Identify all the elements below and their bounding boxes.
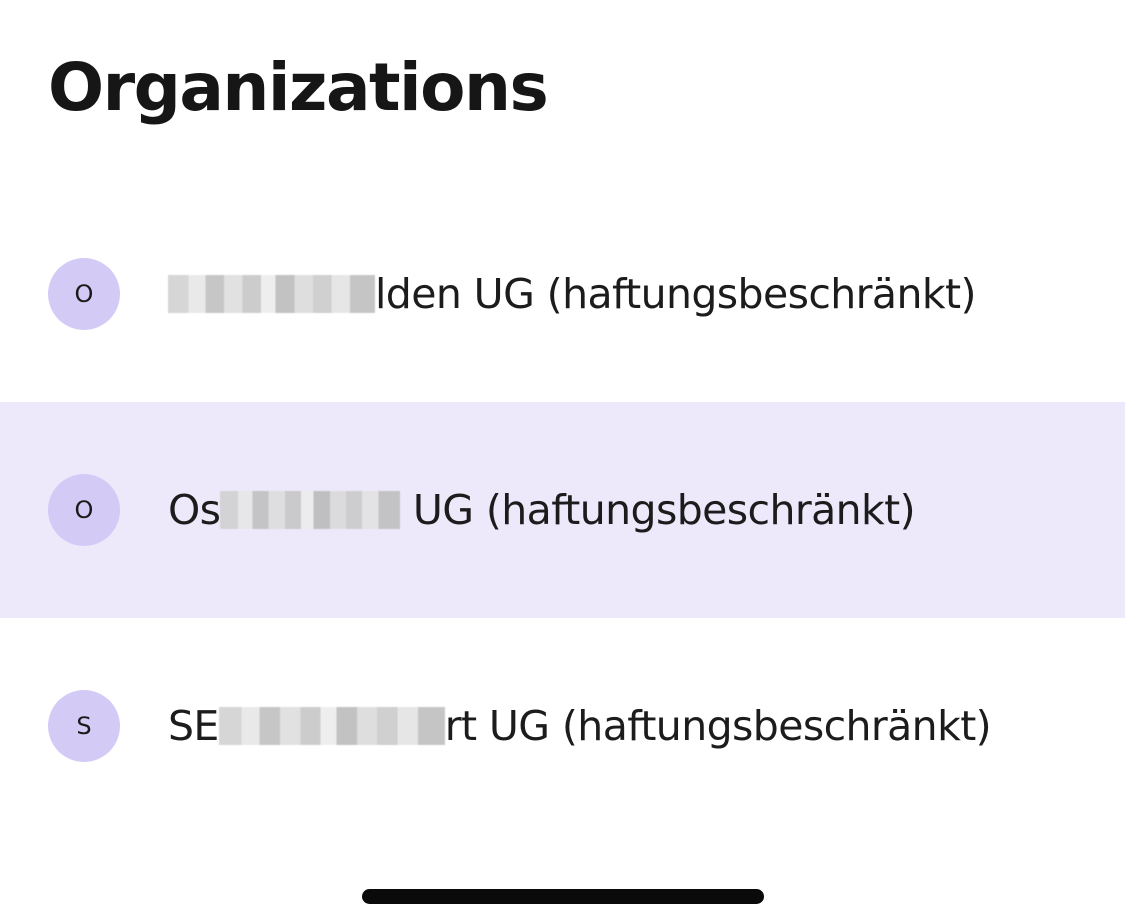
organization-name: Os UG (haftungsbeschränkt): [168, 485, 916, 535]
organization-list: O lden UG (haftungsbeschränkt) O Os UG (…: [0, 186, 1125, 834]
organization-row[interactable]: S SE rt UG (haftungsbeschränkt): [0, 618, 1125, 834]
organization-name: lden UG (haftungsbeschränkt): [168, 269, 976, 319]
organization-name-prefix: Os: [168, 486, 221, 534]
organization-row-selected[interactable]: O Os UG (haftungsbeschränkt): [0, 402, 1125, 618]
redacted-text: [168, 275, 375, 313]
organization-name: SE rt UG (haftungsbeschränkt): [168, 701, 992, 751]
organization-name-suffix: rt UG (haftungsbeschränkt): [444, 702, 992, 750]
organization-row[interactable]: O lden UG (haftungsbeschränkt): [0, 186, 1125, 402]
home-indicator[interactable]: [362, 889, 764, 904]
redacted-text: [218, 707, 445, 745]
page-title: Organizations: [48, 49, 549, 126]
organization-name-suffix: lden UG (haftungsbeschränkt): [375, 270, 976, 318]
organization-avatar: S: [48, 690, 120, 762]
redacted-text: [220, 491, 401, 529]
organization-name-suffix: UG (haftungsbeschränkt): [400, 486, 916, 534]
organization-name-prefix: SE: [168, 702, 219, 750]
organization-avatar: O: [48, 258, 120, 330]
organization-avatar: O: [48, 474, 120, 546]
